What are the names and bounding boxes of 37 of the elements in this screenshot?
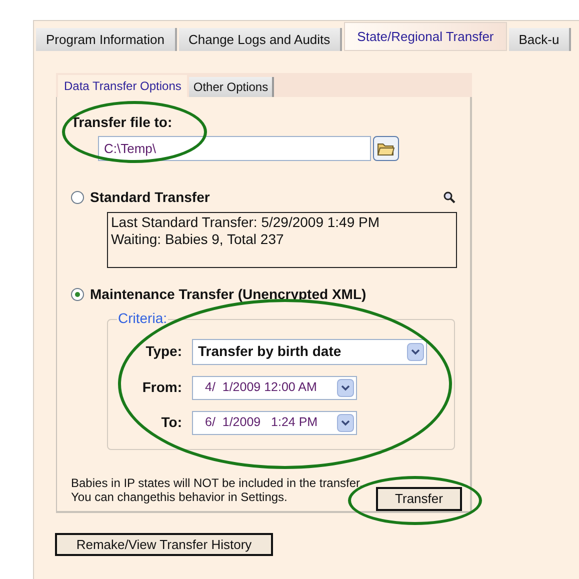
- chevron-down-icon: [341, 384, 350, 391]
- note-text: You can changethis behavior in Settings.: [71, 490, 288, 504]
- dropdown-button[interactable]: [337, 378, 354, 397]
- tab[interactable]: Back-u: [508, 28, 572, 51]
- field-label: Type:: [144, 342, 183, 362]
- browse-button[interactable]: [373, 136, 399, 161]
- tab[interactable]: Program Information: [36, 28, 176, 51]
- radio-button[interactable]: [71, 288, 84, 301]
- dropdown-button[interactable]: [407, 342, 424, 361]
- tab[interactable]: Data Transfer Options: [58, 75, 188, 97]
- date-picker[interactable]: 4/ 1/2009 12:00 AM: [192, 376, 357, 400]
- date-value: 6/ 1/2009 1:24 PM: [205, 414, 318, 432]
- field-label: From:: [141, 378, 183, 398]
- tab[interactable]: State/Regional Transfer: [344, 22, 507, 51]
- folder-icon: [377, 141, 395, 156]
- field-label: Transfer file to:: [71, 114, 172, 130]
- field-label: To:: [160, 413, 183, 432]
- radio-label: Maintenance Transfer (Unencrypted XML): [90, 284, 366, 304]
- transfer-button[interactable]: Transfer: [376, 486, 462, 511]
- radio-label: Standard Transfer: [90, 188, 210, 207]
- dropdown-value: Transfer by birth date: [198, 342, 342, 362]
- path-input[interactable]: C:\Temp\: [98, 136, 371, 161]
- dropdown-button[interactable]: [337, 414, 354, 432]
- chevron-down-icon: [411, 348, 420, 355]
- group-legend: Criteria:: [117, 310, 168, 326]
- info-text: Last Standard Transfer: 5/29/2009 1:49 PM: [111, 214, 381, 231]
- radio-button[interactable]: [71, 191, 84, 204]
- tab[interactable]: Change Logs and Audits: [178, 28, 342, 51]
- chevron-down-icon: [341, 420, 350, 426]
- magnifier-icon[interactable]: [443, 191, 456, 204]
- note-text: Babies in IP states will NOT be included in the transfer.: [71, 476, 363, 490]
- date-picker[interactable]: 6/ 1/2009 1:24 PM: [192, 410, 357, 435]
- info-text: Waiting: Babies 9, Total 237: [111, 231, 285, 248]
- type-dropdown[interactable]: Transfer by birth date: [192, 338, 427, 365]
- history-button[interactable]: Remake/View Transfer History: [55, 533, 273, 556]
- tab[interactable]: Other Options: [189, 77, 274, 97]
- date-value: 4/ 1/2009 12:00 AM: [205, 379, 317, 396]
